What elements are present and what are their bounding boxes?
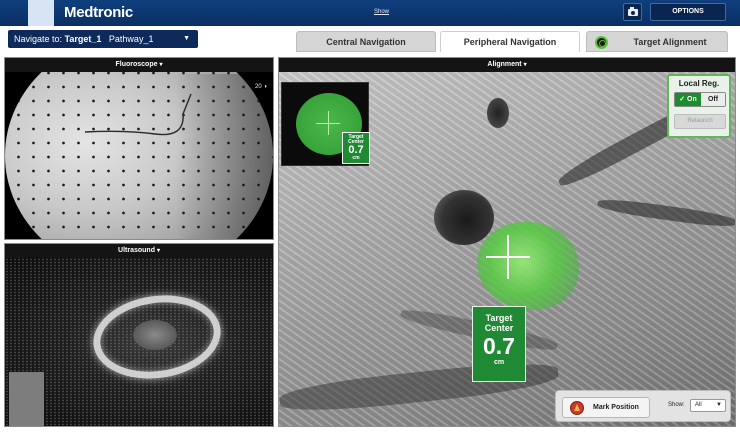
top-header: Medtronic Show OPTIONS (0, 0, 740, 26)
relaunch-button[interactable]: Relaunch (674, 114, 726, 129)
local-reg-on-button[interactable]: ✓ On (675, 93, 701, 106)
mark-position-button[interactable]: Mark Position (562, 397, 650, 418)
bottom-toolbar: Mark Position Show: All ▼ (555, 390, 731, 422)
airway-opening (434, 190, 494, 245)
target-icon (595, 36, 608, 49)
fluoroscope-image (5, 72, 273, 239)
target-inset-view: Target Center 0.7 cm (281, 82, 370, 166)
local-reg-title: Local Reg. (678, 79, 720, 88)
show-filter-label: Show: (668, 402, 685, 408)
ultrasound-panel: Ultrasound ▾ (4, 243, 274, 427)
ultrasound-title[interactable]: Ultrasound ▾ (5, 244, 273, 258)
navigate-to-label: Navigate to: (14, 34, 63, 44)
app-window: Medtronic Show OPTIONS Navigate to: Targ… (0, 0, 740, 432)
local-reg-toggle[interactable]: ✓ On Off (674, 92, 726, 107)
catheter-trace (84, 93, 192, 136)
tab-peripheral-navigation[interactable]: Peripheral Navigation (440, 31, 580, 52)
options-button[interactable]: OPTIONS (650, 3, 726, 21)
tab-target-alignment[interactable]: Target Alignment (586, 31, 728, 52)
target-center-distance: Target Center 0.7 cm (472, 306, 526, 382)
fluoroscope-title[interactable]: Fluoroscope ▾ (5, 58, 273, 72)
alignment-panel: Alignment ▾ Target Center 0.7 cm Target … (278, 57, 736, 427)
show-link[interactable]: Show (374, 9, 389, 15)
navigate-target: Target_1 (64, 34, 102, 44)
chevron-down-icon: ▼ (716, 402, 722, 408)
alignment-title[interactable]: Alignment ▾ (279, 58, 735, 72)
brand-logo: Medtronic (64, 4, 133, 21)
navigate-pathway: Pathway_1 (108, 34, 154, 44)
dropdown-icon: ▾ (156, 248, 160, 254)
local-reg-off-button[interactable]: Off (701, 93, 725, 106)
inset-target-center-label: Target Center 0.7 cm (342, 132, 370, 164)
fluoroscope-panel: Fluoroscope ▾ 20 ◑ (4, 57, 274, 240)
navigate-to-select[interactable]: Navigate to: Target_1 Pathway_1 ▼ (8, 30, 198, 48)
ultrasound-scale-bar (9, 372, 44, 426)
tab-target-alignment-label: Target Alignment (633, 37, 707, 47)
dropdown-icon: ▾ (159, 62, 163, 68)
camera-button[interactable] (623, 3, 642, 21)
alignment-3d-view[interactable]: Target Center 0.7 cm Target Center 0.7 c… (279, 72, 735, 426)
warning-icon (570, 401, 584, 415)
tab-central-navigation[interactable]: Central Navigation (296, 31, 436, 52)
fluoroscope-zoom-badge: 20 ◑ (255, 84, 267, 90)
local-registration-panel: Local Reg. ✓ On Off Relaunch (667, 74, 731, 138)
chevron-down-icon: ▼ (183, 35, 190, 42)
logo-tile (28, 0, 54, 26)
ultrasound-image (5, 258, 273, 426)
show-filter-select[interactable]: All ▼ (690, 399, 726, 412)
dropdown-icon: ▾ (523, 62, 527, 68)
